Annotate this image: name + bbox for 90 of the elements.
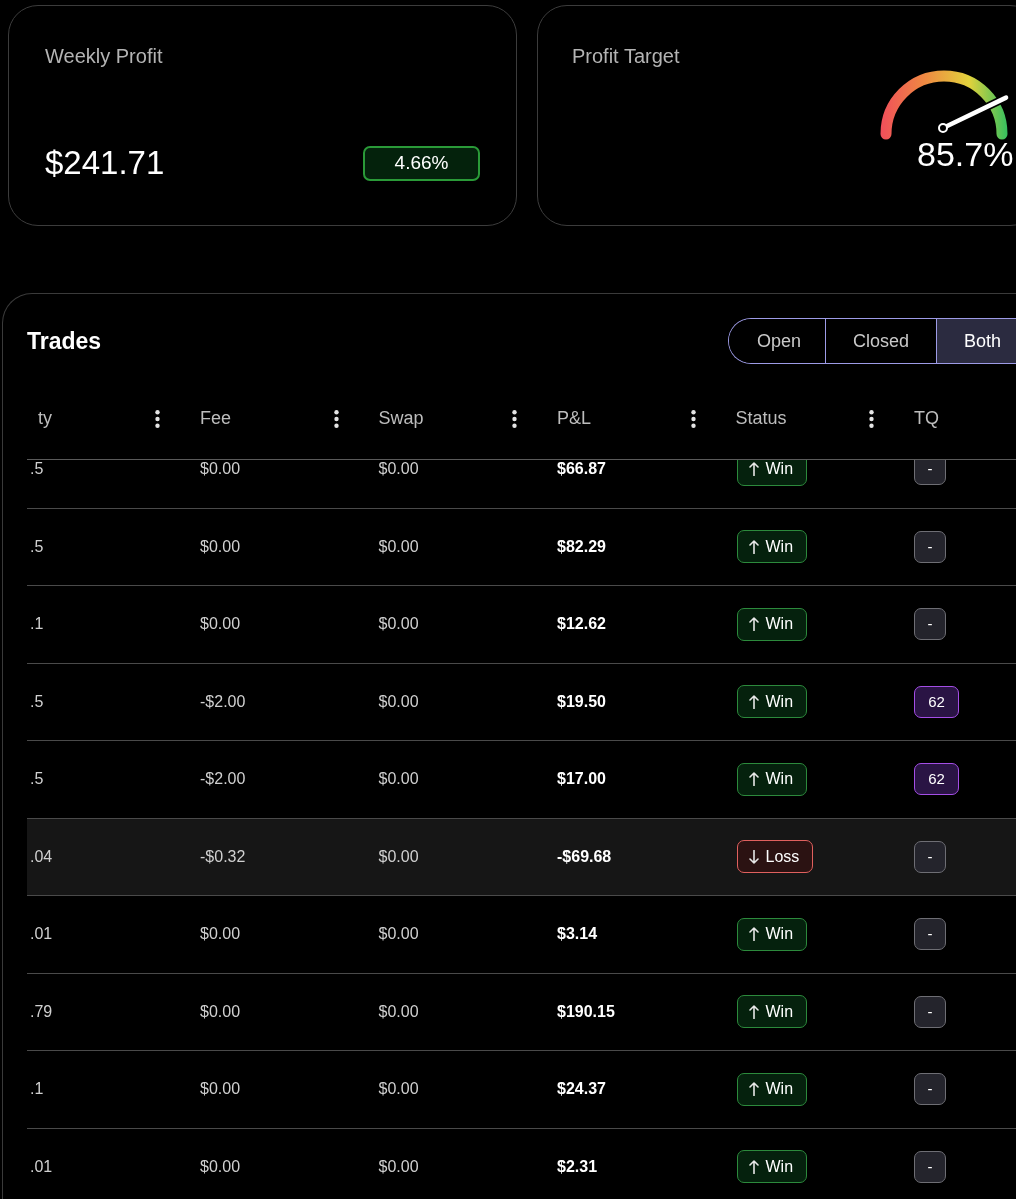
tq-badge: - [914,918,946,951]
arrow-up-icon [748,1082,759,1097]
pnl-value: $12.62 [557,615,606,633]
tq-badge: - [914,608,946,641]
arrow-up-icon [748,1004,759,1019]
more-vertical-icon[interactable] [869,409,874,428]
fee-value: $0.00 [200,1002,241,1020]
arrow-up-icon [748,927,759,942]
column-header: Status [735,407,787,430]
table-row[interactable]: .5 $0.00 $0.00 $66.87 Win - [27,460,1016,509]
qty-value: .5 [30,692,44,710]
arrow-up-icon [748,462,759,477]
swap-value: $0.00 [378,615,419,633]
status-text: Win [765,1001,794,1022]
status-text: Win [765,536,794,557]
pnl-value: $66.87 [557,460,606,478]
tq-badge: - [914,460,946,486]
more-vertical-icon[interactable] [333,409,339,428]
pnl-value: $3.14 [557,925,598,943]
card-title: Weekly Profit [45,44,163,69]
change-badge: 4.66% [363,145,480,181]
status-text: Win [765,691,794,712]
fee-value: $0.00 [200,615,241,633]
more-vertical-icon[interactable] [512,409,517,428]
table-row[interactable]: .04 -$0.32 $0.00 -$69.68 Loss - [27,818,1016,896]
status-text: Win [765,460,794,480]
arrow-up-icon [748,617,759,632]
fee-value: $0.00 [200,537,241,555]
column-header: ty [38,407,52,430]
fee-value: -$2.00 [200,770,246,788]
fee-value: -$0.32 [200,847,246,865]
profit-value: $241.71 [45,143,165,183]
swap-value: $0.00 [378,1157,419,1175]
gauge-reading: 85.7% [917,140,1014,168]
status-text: Loss [765,846,800,867]
fee-value: $0.00 [200,460,241,478]
status-text: Win [765,1156,794,1177]
pnl-value: $19.50 [557,692,606,710]
status-text: Win [765,769,794,790]
swap-value: $0.00 [378,1080,419,1098]
pnl-value: -$69.68 [557,847,612,865]
tq-badge: - [914,840,946,873]
column-header: Swap [378,407,424,430]
swap-value: $0.00 [378,460,419,478]
tq-badge: - [914,530,946,563]
swap-value: $0.00 [378,770,419,788]
arrow-up-icon [748,772,759,787]
pnl-value: $82.29 [557,537,606,555]
fee-value: $0.00 [200,925,241,943]
qty-value: .5 [30,460,44,478]
tq-badge: 62 [914,763,959,796]
qty-value: .5 [30,770,44,788]
tq-badge: - [914,995,946,1028]
panel-title: Trades [27,326,102,356]
qty-value: .5 [30,537,44,555]
arrow-up-icon [748,694,759,709]
qty-value: .01 [30,1157,53,1175]
qty-value: .1 [30,1080,44,1098]
fee-value: -$2.00 [200,692,246,710]
swap-value: $0.00 [378,847,419,865]
column-header: P&L [557,407,592,430]
tq-badge: - [914,1150,946,1183]
arrow-up-icon [748,539,759,554]
tq-badge: 62 [914,685,959,718]
arrow-down-icon [748,849,759,864]
card-title: Profit Target [572,45,680,67]
qty-value: .01 [30,925,53,943]
pnl-value: $2.31 [557,1157,598,1175]
fee-value: $0.00 [200,1157,241,1175]
status-text: Win [765,614,794,635]
pnl-value: $190.15 [557,1002,615,1020]
arrow-up-icon [748,1159,759,1174]
fee-value: $0.00 [200,1080,241,1098]
swap-value: $0.00 [378,925,419,943]
qty-value: .04 [30,847,53,865]
column-header: Fee [200,407,232,430]
qty-value: .1 [30,615,44,633]
status-text: Win [765,924,794,945]
more-vertical-icon[interactable] [155,409,160,428]
filter-tab[interactable]: Both [936,319,1016,363]
pnl-value: $17.00 [557,770,606,788]
status-text: Win [765,1079,794,1100]
swap-value: $0.00 [378,692,419,710]
tq-badge: - [914,1073,946,1106]
column-header: TQ [914,407,939,430]
pnl-value: $24.37 [557,1080,606,1098]
more-vertical-icon[interactable] [690,409,696,428]
qty-value: .79 [30,1002,53,1020]
swap-value: $0.00 [378,1002,419,1020]
swap-value: $0.00 [378,537,419,555]
